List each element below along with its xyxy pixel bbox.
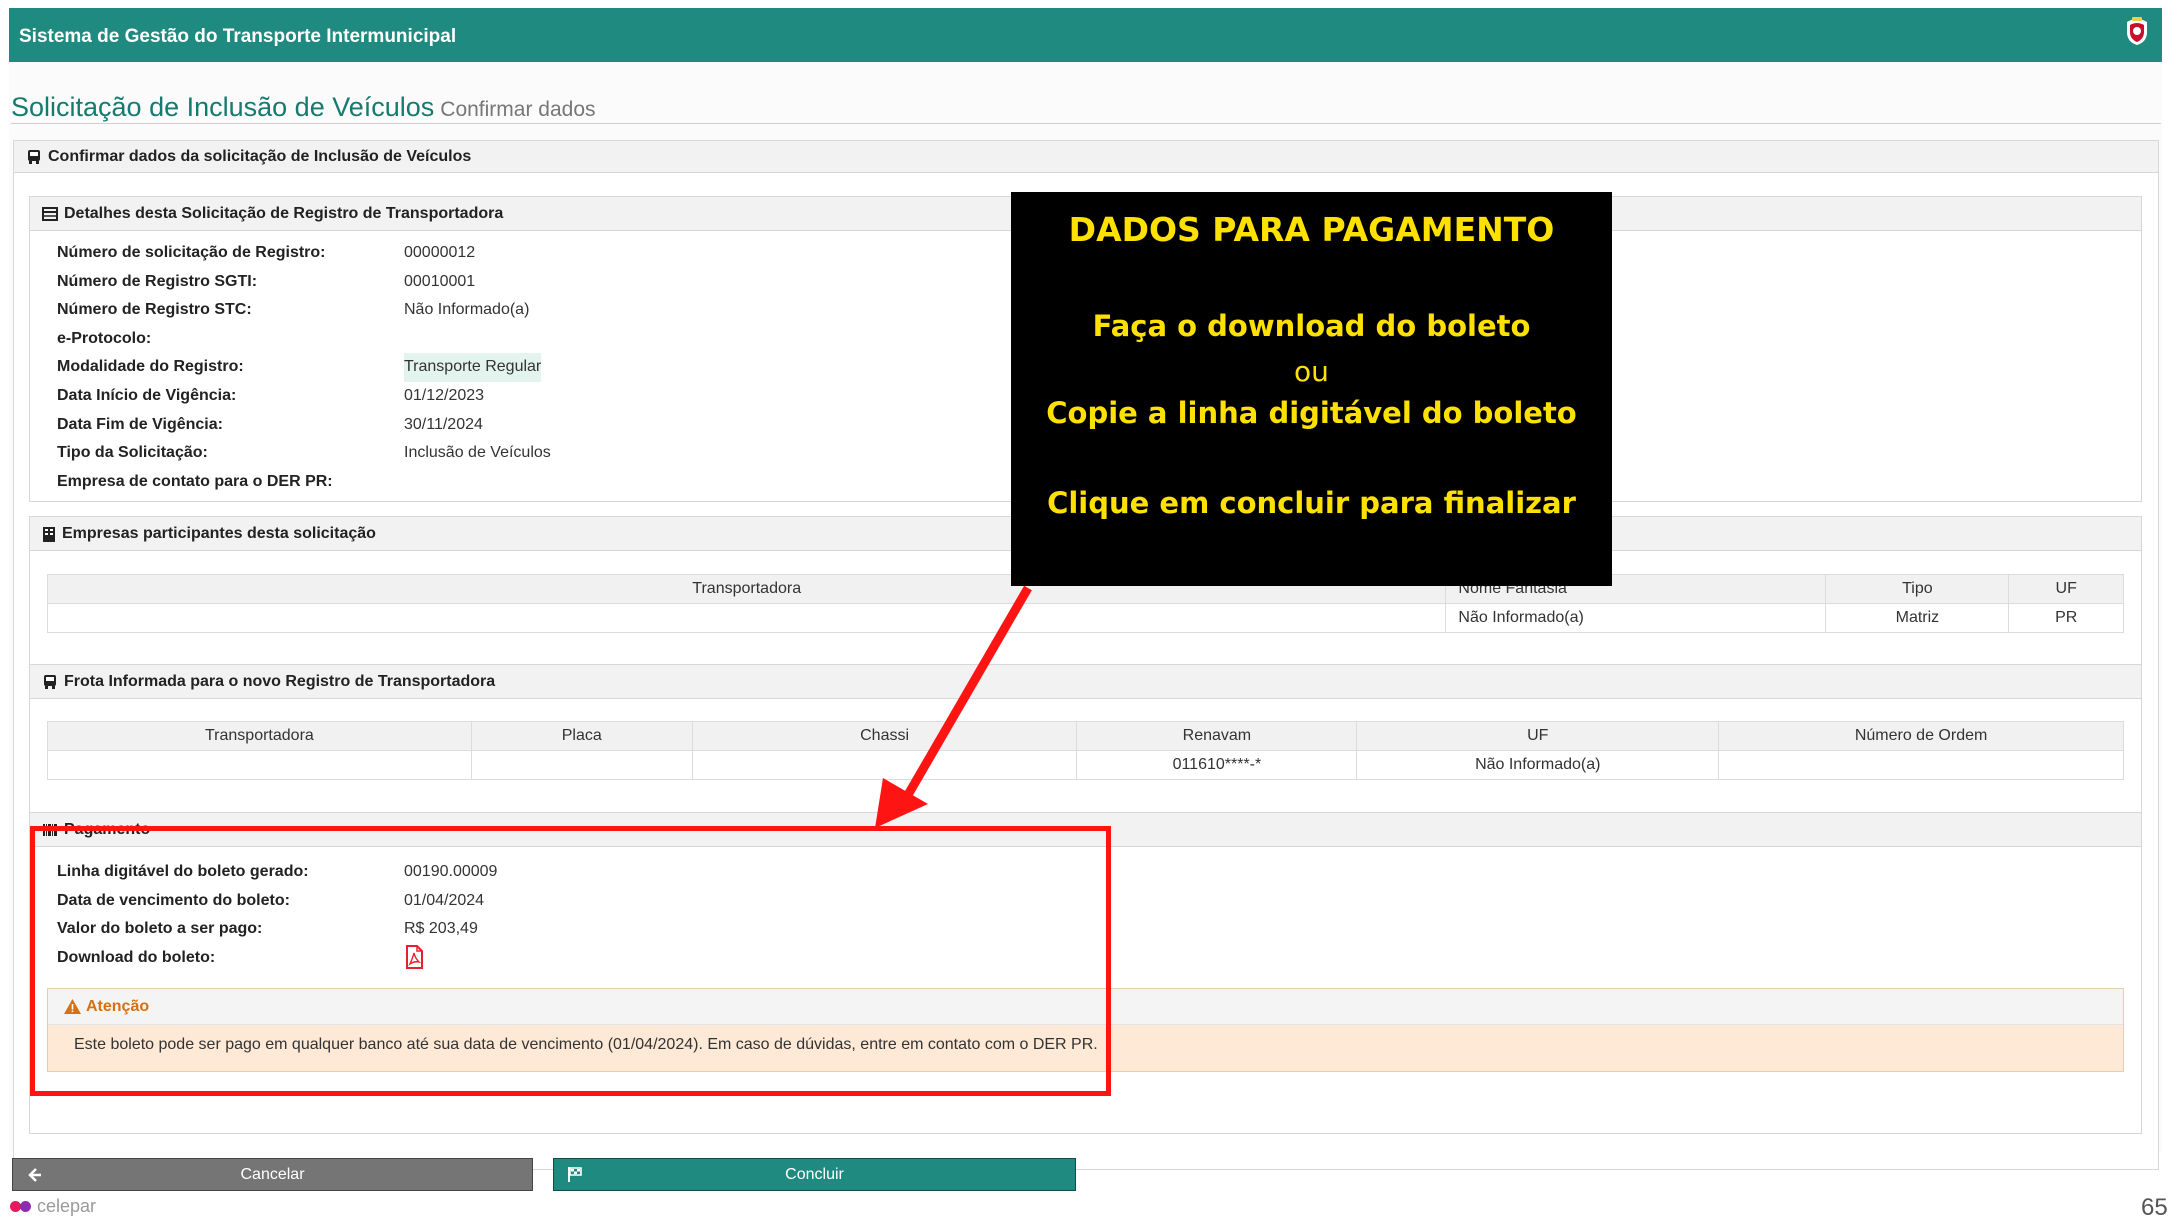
payment-instructions-callout: DADOS PARA PAGAMENTO Faça o download do …	[1011, 192, 1612, 586]
detail-value: Não Informado(a)	[404, 301, 530, 319]
detail-row: Data Início de Vigência: 01/12/2023	[57, 382, 551, 411]
detail-row: e-Protocolo:	[57, 325, 551, 354]
column-header: UF	[2008, 574, 2124, 604]
table-header-row: Transportadora Placa Chassi Renavam UF N…	[47, 721, 2124, 751]
detail-label: Data Fim de Vigência:	[57, 415, 223, 433]
frota-panel-title: Frota Informada para o novo Registro de …	[64, 673, 496, 690]
column-header: Transportadora	[47, 721, 472, 751]
table-row: Não Informado(a) Matriz PR	[46, 603, 2124, 633]
arrow-left-icon	[28, 1168, 41, 1182]
confirm-panel-title: Confirmar dados da solicitação de Inclus…	[48, 148, 472, 165]
building-icon	[43, 527, 55, 542]
detail-label: Número de Registro SGTI:	[57, 272, 258, 290]
detail-row: Modalidade do Registro: Transporte Regula…	[57, 353, 551, 382]
detail-row: Data Fim de Vigência: 30/11/2024	[57, 411, 551, 440]
app-header: Sistema de Gestão do Transporte Intermun…	[9, 8, 2162, 62]
flag-icon	[568, 1167, 582, 1182]
cell	[470, 750, 693, 780]
concluir-button-label: Concluir	[785, 1165, 844, 1183]
logo-dot-icon	[20, 1201, 31, 1212]
frota-panel-header: Frota Informada para o novo Registro de …	[30, 665, 2141, 699]
logo-text: celepar	[37, 1196, 97, 1216]
callout-line: Faça o download do boleto	[1092, 309, 1531, 343]
table-row: 011610****-* Não Informado(a)	[47, 750, 2124, 780]
detail-label: Modalidade do Registro:	[57, 358, 244, 376]
page-title: Solicitação de Inclusão de Veículos	[11, 92, 435, 122]
detail-value: 01/12/2023	[404, 386, 485, 404]
payment-highlight-frame	[30, 826, 1111, 1096]
details-panel-title: Detalhes desta Solicitação de Registro d…	[64, 205, 504, 222]
bus-icon	[44, 675, 56, 689]
detail-value: 00000012	[404, 244, 476, 261]
frota-table: Transportadora Placa Chassi Renavam UF N…	[47, 721, 2124, 780]
list-icon	[42, 207, 58, 221]
detail-value: 00010001	[404, 272, 476, 290]
celepar-logo: celepar	[10, 1196, 96, 1217]
detail-label: Tipo da Solicitação:	[57, 444, 208, 462]
cell	[1718, 750, 2124, 780]
callout-line: Copie a linha digitável do boleto	[1046, 396, 1577, 430]
callout-line: Clique em concluir para finalizar	[1047, 486, 1576, 520]
concluir-button[interactable]: Concluir	[553, 1158, 1076, 1191]
column-header: Chassi	[691, 721, 1078, 751]
callout-line: ou	[1294, 355, 1329, 388]
callout-heading: DADOS PARA PAGAMENTO	[1068, 210, 1555, 249]
empresas-panel-title: Empresas participantes desta solicitação	[62, 525, 376, 542]
column-header: Placa	[470, 721, 693, 751]
detail-value: Transporte Regular	[404, 353, 542, 382]
detail-row: Número de solicitação de Registro: 000000…	[57, 239, 551, 268]
detail-row: Número de Registro STC: Não Informado(a)	[57, 296, 551, 325]
app-title: Sistema de Gestão do Transporte Intermun…	[19, 26, 457, 47]
detail-label: Data Início de Vigência:	[57, 386, 237, 404]
state-crest-icon	[2127, 17, 2147, 45]
detail-label: Empresa de contato para o DER PR:	[57, 472, 333, 490]
cell	[47, 750, 472, 780]
cancel-button[interactable]: Cancelar	[12, 1158, 533, 1191]
cell: Não Informado(a)	[1445, 603, 1827, 633]
detail-row: Número de Registro SGTI: 00010001	[57, 268, 551, 297]
detail-label: Número de Registro STC:	[57, 301, 252, 319]
bus-icon	[28, 150, 40, 164]
detail-row: Empresa de contato para o DER PR:	[57, 468, 551, 497]
column-header: Número de Ordem	[1718, 721, 2124, 751]
cell: PR	[2008, 603, 2124, 633]
cell	[691, 750, 1078, 780]
detail-value: Inclusão de Veículos	[404, 444, 551, 462]
cell: 011610****-*	[1076, 750, 1358, 780]
cell: Matriz	[1825, 603, 2010, 633]
page-heading: Solicitação de Inclusão de Veículos Confi…	[11, 92, 2161, 124]
confirm-panel-header: Confirmar dados da solicitação de Inclus…	[14, 141, 2158, 173]
cancel-button-label: Cancelar	[240, 1165, 305, 1183]
column-header: Renavam	[1076, 721, 1358, 751]
detail-row: Tipo da Solicitação: Inclusão de Veículos	[57, 439, 551, 468]
detail-value: 30/11/2024	[404, 415, 483, 433]
page-subtitle: Confirmar dados	[440, 98, 596, 121]
page-number: 65	[2141, 1194, 2168, 1221]
cell: Não Informado(a)	[1356, 750, 1720, 780]
detail-label: Número de solicitação de Registro:	[57, 244, 326, 261]
column-header: Tipo	[1825, 574, 2010, 604]
column-header: UF	[1356, 721, 1720, 751]
cell	[46, 603, 1447, 633]
details-list: Número de solicitação de Registro: 000000…	[57, 239, 551, 496]
detail-label: e-Protocolo:	[57, 329, 152, 347]
